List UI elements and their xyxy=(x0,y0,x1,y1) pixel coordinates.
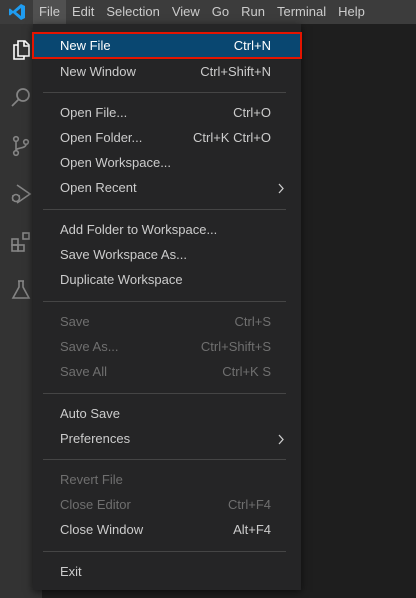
menu-item-open-workspace[interactable]: Open Workspace... xyxy=(33,150,301,175)
menu-item-shortcut: Ctrl+K Ctrl+O xyxy=(192,130,271,145)
menu-item-auto-save[interactable]: Auto Save xyxy=(33,401,301,426)
menu-item-add-folder-to-workspace[interactable]: Add Folder to Workspace... xyxy=(33,217,301,242)
menu-item-label: New File xyxy=(60,38,111,53)
menu-item-label: Close Window xyxy=(60,522,144,537)
menu-item-new-window[interactable]: New Window Ctrl+Shift+N xyxy=(33,59,301,84)
menu-item-preferences[interactable]: Preferences xyxy=(33,426,301,451)
menu-item-shortcut: Ctrl+O xyxy=(233,105,271,120)
menu-selection[interactable]: Selection xyxy=(100,0,165,24)
menu-item-new-file[interactable]: New File Ctrl+N xyxy=(32,32,302,59)
menu-file[interactable]: File xyxy=(33,0,66,24)
menu-item-shortcut: Alt+F4 xyxy=(233,522,271,537)
menu-item-save-all[interactable]: Save All Ctrl+K S xyxy=(33,359,301,384)
menu-separator xyxy=(43,551,286,552)
menu-edit[interactable]: Edit xyxy=(66,0,100,24)
file-menu-dropdown: New File Ctrl+N New Window Ctrl+Shift+N … xyxy=(32,24,302,590)
menu-help[interactable]: Help xyxy=(332,0,371,24)
menu-item-label: Close Editor xyxy=(60,497,131,512)
menu-item-shortcut: Ctrl+K S xyxy=(222,364,271,379)
menu-separator xyxy=(43,459,286,460)
menu-bar: File Edit Selection View Go Run Terminal… xyxy=(0,0,416,24)
menu-item-label: Open Workspace... xyxy=(60,155,172,170)
menu-go[interactable]: Go xyxy=(206,0,235,24)
menu-item-label: Add Folder to Workspace... xyxy=(60,222,218,237)
menu-separator xyxy=(43,301,286,302)
menu-item-save-workspace-as[interactable]: Save Workspace As... xyxy=(33,242,301,267)
menu-item-label: Preferences xyxy=(60,431,131,446)
menu-item-save[interactable]: Save Ctrl+S xyxy=(33,309,301,334)
menu-item-revert-file[interactable]: Revert File xyxy=(33,467,301,492)
menu-item-label: Exit xyxy=(60,564,82,579)
menu-item-label: Auto Save xyxy=(60,406,120,421)
vscode-window: File Edit Selection View Go Run Terminal… xyxy=(0,0,416,598)
menu-item-label: Save xyxy=(60,314,90,329)
menu-item-label: Open Folder... xyxy=(60,130,143,145)
menu-item-save-as[interactable]: Save As... Ctrl+Shift+S xyxy=(33,334,301,359)
menu-item-shortcut: Ctrl+Shift+S xyxy=(200,339,271,354)
chevron-right-icon xyxy=(277,433,285,448)
menu-item-close-editor[interactable]: Close Editor Ctrl+F4 xyxy=(33,492,301,517)
menu-item-label: Save All xyxy=(60,364,107,379)
menu-item-shortcut: Ctrl+F4 xyxy=(228,497,271,512)
menu-separator xyxy=(43,209,286,210)
menu-terminal[interactable]: Terminal xyxy=(271,0,332,24)
menu-item-open-folder[interactable]: Open Folder... Ctrl+K Ctrl+O xyxy=(33,125,301,150)
menu-item-label: Save As... xyxy=(60,339,119,354)
menu-item-exit[interactable]: Exit xyxy=(33,559,301,584)
menu-item-label: New Window xyxy=(60,64,136,79)
menu-separator xyxy=(43,92,286,93)
menu-item-shortcut: Ctrl+N xyxy=(233,38,271,53)
menu-item-label: Open Recent xyxy=(60,180,137,195)
menu-item-shortcut: Ctrl+S xyxy=(234,314,271,329)
menu-item-duplicate-workspace[interactable]: Duplicate Workspace xyxy=(33,267,301,292)
menu-view[interactable]: View xyxy=(166,0,206,24)
menu-separator xyxy=(43,393,286,394)
menu-run[interactable]: Run xyxy=(235,0,271,24)
menu-item-label: Duplicate Workspace xyxy=(60,272,183,287)
menu-item-label: Open File... xyxy=(60,105,128,120)
menu-item-label: Save Workspace As... xyxy=(60,247,187,262)
menu-item-close-window[interactable]: Close Window Alt+F4 xyxy=(33,517,301,542)
menu-item-label: Revert File xyxy=(60,472,123,487)
vscode-logo-icon xyxy=(0,0,33,24)
menu-item-open-recent[interactable]: Open Recent xyxy=(33,175,301,200)
menu-item-shortcut: Ctrl+Shift+N xyxy=(200,64,271,79)
chevron-right-icon xyxy=(277,182,285,197)
menu-item-open-file[interactable]: Open File... Ctrl+O xyxy=(33,100,301,125)
